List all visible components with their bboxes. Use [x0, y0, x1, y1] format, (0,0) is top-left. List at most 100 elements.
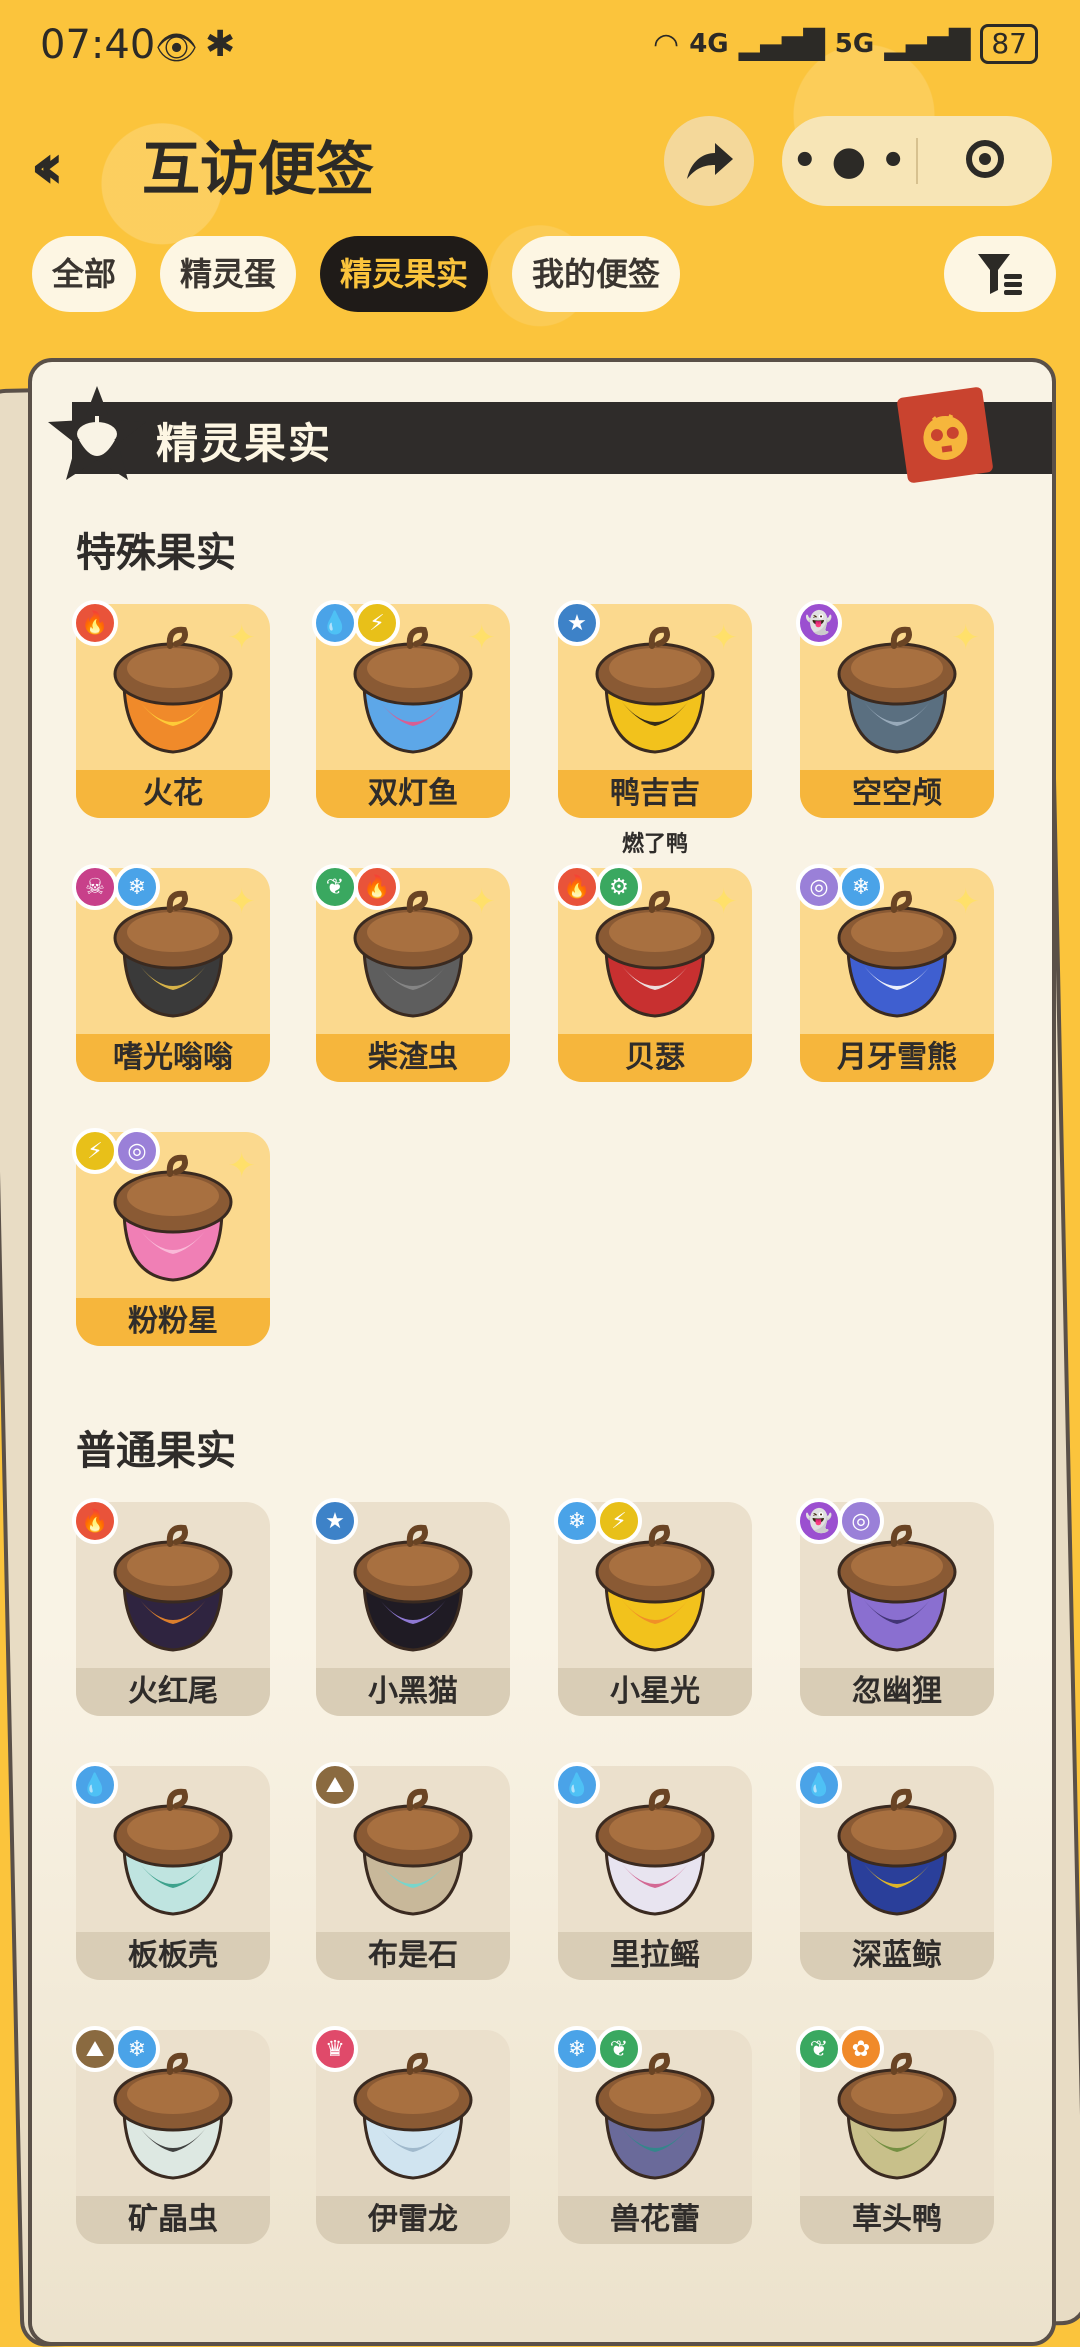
target-icon [966, 140, 1004, 178]
sparkle-icon: ✦ [227, 882, 257, 922]
fruit-name: 小星光 [558, 1668, 752, 1716]
fruit-image [834, 622, 960, 764]
grass-type-icon: ❦ [312, 864, 358, 910]
type-badges: 💧 ⚡ [312, 600, 400, 646]
fruit-card[interactable]: ♛ 伊雷龙 [312, 2026, 510, 2244]
type-badges: ❄ ⚡ [554, 1498, 642, 1544]
fruit-card[interactable]: ⛰ ❄ 矿晶虫 [72, 2026, 270, 2244]
fruit-card[interactable]: ✦ 👻 空空颅 [796, 600, 994, 818]
ground-type-icon: ⛰ [312, 1762, 358, 1808]
fruit-card[interactable]: ✦ ★ 鸭吉吉 [554, 600, 752, 818]
ice-type-icon: ❄ [554, 1498, 600, 1544]
type-badges: 👻 ◎ [796, 1498, 884, 1544]
poison-type-icon: ☠ [72, 864, 118, 910]
psychic-type-icon: ◎ [114, 1128, 160, 1174]
normal-section-title: 普通果实 [76, 1428, 236, 1474]
notebook-page: 精灵果实 特殊果实 ✦ 🔥 火花 ✦ 💧 ⚡ 双灯鱼 ✦ ★ 鸭吉吉 燃了鸭 ✦ 👻 空空颅 ✦ ☠ ❄ 嗜光嗡嗡… [28, 358, 1056, 2346]
water-type-icon: 💧 [72, 1762, 118, 1808]
fruit-name: 草头鸭 [800, 2196, 994, 2244]
fruit-name: 里拉鳐 [558, 1932, 752, 1980]
fruit-name: 小黑猫 [316, 1668, 510, 1716]
tab-my-notes[interactable]: 我的便签 [512, 236, 681, 312]
fruit-image [834, 1784, 960, 1926]
fruit-name: 深蓝鲸 [800, 1932, 994, 1980]
type-badges: ♛ [312, 2026, 358, 2072]
sparkle-icon: ✦ [227, 1146, 257, 1186]
ice-type-icon: ❄ [114, 864, 160, 910]
acorn-fruit-icon [595, 1788, 715, 1916]
fruit-card[interactable]: ✦ ⚡ ◎ 粉粉星 [72, 1128, 270, 1346]
grass-type-icon: ❦ [596, 2026, 642, 2072]
fruit-card[interactable]: ✦ ❦ 🔥 柴渣虫 [312, 864, 510, 1082]
water-type-icon: 💧 [796, 1762, 842, 1808]
fruit-card[interactable]: 🔥 火红尾 [72, 1498, 270, 1716]
fire-type-icon: 🔥 [72, 600, 118, 646]
owl-stamp-icon [896, 386, 994, 484]
ground-type-icon: ⛰ [72, 2026, 118, 2072]
fruit-card[interactable]: ✦ ☠ ❄ 嗜光嗡嗡 [72, 864, 270, 1082]
status-time: 07:40 [40, 22, 156, 68]
fruit-card[interactable]: 💧 板板壳 [72, 1762, 270, 1980]
more-icon[interactable]: • ● • [782, 138, 916, 184]
fruit-card[interactable]: 💧 里拉鳐 [554, 1762, 752, 1980]
fruit-name: 矿晶虫 [76, 2196, 270, 2244]
type-badges: 👻 [796, 600, 842, 646]
type-badges: ❄ ❦ [554, 2026, 642, 2072]
bluetooth-icon: ✱ [205, 24, 236, 65]
fruit-name: 板板壳 [76, 1932, 270, 1980]
sparkle-icon: ✦ [467, 882, 497, 922]
ice-type-icon: ❄ [114, 2026, 160, 2072]
fruit-name: 柴渣虫 [316, 1034, 510, 1082]
fire-type-icon: 🔥 [72, 1498, 118, 1544]
fruit-name: 布是石 [316, 1932, 510, 1980]
fruit-card[interactable]: 💧 深蓝鲸 [796, 1762, 994, 1980]
tab-all[interactable]: 全部 [32, 236, 137, 312]
fruit-image [592, 1784, 718, 1926]
filter-button[interactable] [944, 236, 1056, 312]
sparkle-icon: ✦ [951, 882, 981, 922]
acorn-fruit-icon [113, 626, 233, 754]
type-badges: 🔥 [72, 1498, 118, 1544]
psychic-type-icon: ◎ [838, 1498, 884, 1544]
tab-spirit-fruit[interactable]: 精灵果实 [320, 236, 489, 312]
normal-type-icon: ★ [554, 600, 600, 646]
type-badges: ☠ ❄ [72, 864, 160, 910]
bug-type-icon: ✿ [838, 2026, 884, 2072]
fruit-card[interactable]: ✦ 🔥 火花 [72, 600, 270, 818]
fruit-image [110, 1784, 236, 1926]
fruit-card[interactable]: ❄ ❦ 兽花蕾 [554, 2026, 752, 2244]
fruit-card[interactable]: ❄ ⚡ 小星光 [554, 1498, 752, 1716]
dragon-type-icon: ♛ [312, 2026, 358, 2072]
fruit-card[interactable]: ⛰ 布是石 [312, 1762, 510, 1980]
normal-type-icon: ★ [312, 1498, 358, 1544]
fruit-card[interactable]: ✦ 💧 ⚡ 双灯鱼 [312, 600, 510, 818]
fruit-card[interactable]: ✦ ◎ ❄ 月牙雪熊 [796, 864, 994, 1082]
mech-type-icon: ⚙ [596, 864, 642, 910]
psychic-type-icon: ◎ [796, 864, 842, 910]
acorn-fruit-icon [595, 626, 715, 754]
acorn-fruit-icon [113, 1524, 233, 1652]
fruit-card[interactable]: ❦ ✿ 草头鸭 [796, 2026, 994, 2244]
close-miniprogram-button[interactable] [918, 140, 1052, 182]
type-badges: ⚡ ◎ [72, 1128, 160, 1174]
fruit-card[interactable]: ✦ 🔥 ⚙ 贝瑟 [554, 864, 752, 1082]
type-badges: 💧 [72, 1762, 118, 1808]
tab-spirit-egg[interactable]: 精灵蛋 [160, 236, 297, 312]
sparkle-icon: ✦ [709, 882, 739, 922]
signal-4g: 4G [689, 29, 729, 59]
fruit-card[interactable]: ★ 小黑猫 [312, 1498, 510, 1716]
type-badges: ★ [554, 600, 600, 646]
back-icon[interactable]: ‹‹ [30, 130, 64, 204]
share-button[interactable] [664, 116, 754, 206]
fruit-owner-note: 燃了鸭 [621, 832, 688, 857]
ghost-type-icon: 👻 [796, 600, 842, 646]
fruit-name: 兽花蕾 [558, 2196, 752, 2244]
acorn-fruit-icon [353, 1788, 473, 1916]
type-badges: 💧 [796, 1762, 842, 1808]
fruit-name: 月牙雪熊 [800, 1034, 994, 1082]
fire-type-icon: 🔥 [354, 864, 400, 910]
ice-type-icon: ❄ [554, 2026, 600, 2072]
fruit-card[interactable]: 👻 ◎ 忽幽狸 [796, 1498, 994, 1716]
special-section-title: 特殊果实 [76, 530, 236, 576]
eye-icon: 👁 [155, 28, 199, 68]
